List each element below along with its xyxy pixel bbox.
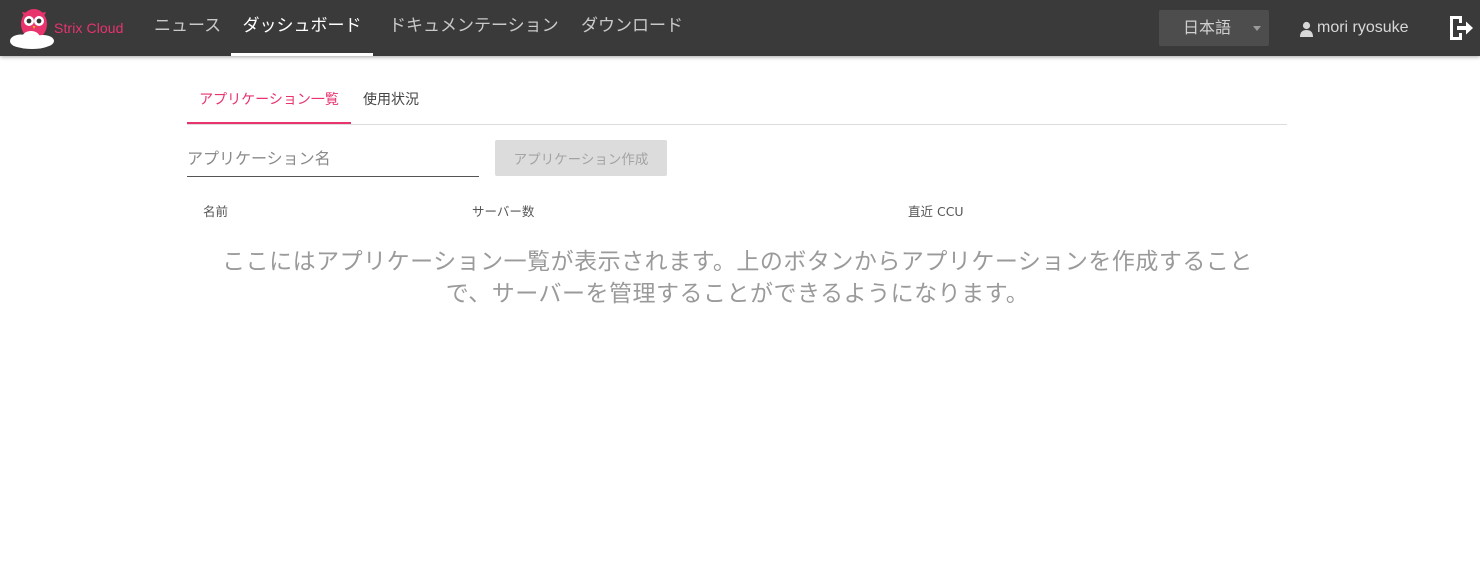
brand-logo[interactable]: Strix Cloud — [8, 6, 124, 50]
create-application-button[interactable]: アプリケーション作成 — [495, 140, 667, 176]
content-tabs: アプリケーション一覧 使用状況 — [187, 78, 1287, 125]
language-select[interactable]: 日本語 — [1159, 10, 1269, 46]
column-header-server-count: サーバー数 — [472, 204, 535, 219]
logout-button[interactable] — [1448, 14, 1474, 42]
tab-usage[interactable]: 使用状況 — [351, 78, 431, 124]
language-selected-value: 日本語 — [1183, 18, 1232, 37]
nav-news[interactable]: ニュース — [154, 0, 221, 56]
logout-icon — [1450, 16, 1473, 40]
user-name: mori ryosuke — [1317, 19, 1409, 36]
column-header-name: 名前 — [203, 204, 229, 219]
top-navigation-bar: Strix Cloud ニュース ダッシュボード ドキュメンテーション ダウンロ… — [0, 0, 1480, 56]
person-icon — [1300, 21, 1313, 37]
application-name-input[interactable] — [187, 140, 479, 177]
nav-documentation[interactable]: ドキュメンテーション — [389, 0, 559, 56]
nav-dashboard[interactable]: ダッシュボード — [231, 0, 373, 56]
empty-state-message: ここにはアプリケーション一覧が表示されます。上のボタンからアプリケーションを作成… — [222, 249, 1253, 307]
brand-name: Strix Cloud — [54, 20, 124, 36]
tab-application-list[interactable]: アプリケーション一覧 — [187, 78, 351, 124]
caret-down-icon — [1253, 26, 1261, 31]
column-header-recent-ccu: 直近 CCU — [908, 204, 964, 219]
owl-cloud-logo-icon — [10, 9, 54, 49]
nav-download[interactable]: ダウンロード — [581, 0, 683, 56]
